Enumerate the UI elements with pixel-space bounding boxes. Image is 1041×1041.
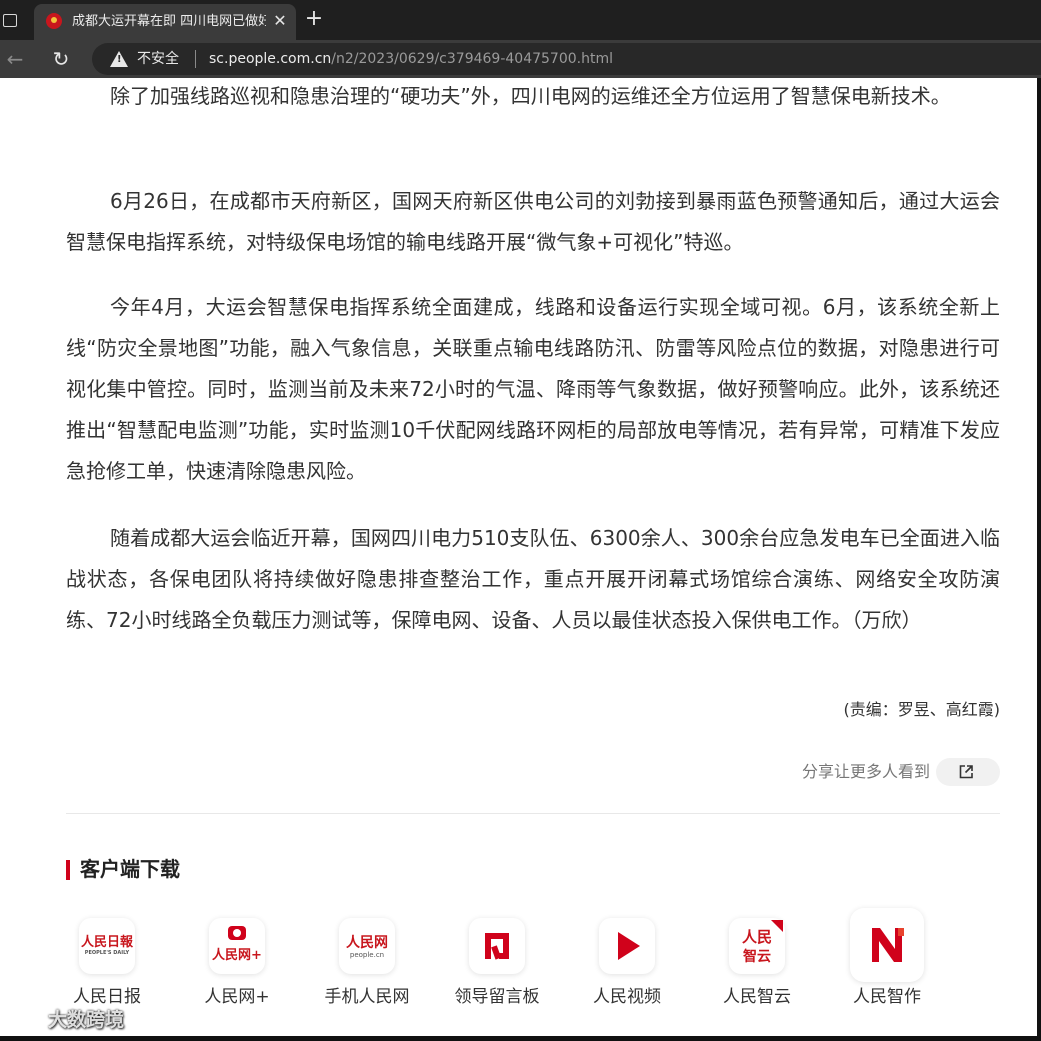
editor-credit: (责编：罗昱、高红霞): [843, 700, 1001, 719]
people-smart-create-icon: [850, 908, 924, 982]
tab-title: 成都大运开幕在即 四川电网已做好: [72, 14, 266, 29]
downloads-title: 客户端下载: [80, 857, 180, 881]
people-net-plus-badge: [228, 926, 246, 940]
browser-tab-bar: 成都大运开幕在即 四川电网已做好 ✕ +: [0, 0, 1041, 40]
app-label: 人民智云: [723, 987, 791, 1007]
article-paragraph: 除了加强线路巡视和隐患治理的“硬功夫”外，四川电网的运维还全方位运用了智慧保电新…: [110, 84, 951, 108]
app-label: 人民视频: [593, 987, 661, 1007]
app-item-people-smart-create[interactable]: 人民智作: [832, 908, 942, 1018]
security-label[interactable]: 不安全: [137, 49, 179, 69]
app-item-people-smart-cloud[interactable]: 人民 智云 人民智云: [702, 908, 812, 1018]
share-icon: [959, 765, 973, 779]
app-item-people-net-plus[interactable]: 人民网+ 人民网+: [182, 908, 292, 1018]
app-item-mobile-people-net[interactable]: 人民网 people.cn 手机人民网: [312, 908, 422, 1018]
people-net-plus-icon: 人民网+: [209, 918, 265, 974]
warning-icon[interactable]: !: [110, 51, 128, 67]
people-daily-logo-text: 人民日報: [80, 935, 133, 950]
watermark: 大数跨境: [8, 1005, 124, 1035]
smart-create-logo: [872, 928, 904, 962]
window-edge: [1037, 78, 1041, 1041]
share-button[interactable]: [936, 758, 1000, 786]
leader-message-board-icon: [469, 918, 525, 974]
play-icon: [618, 932, 640, 960]
app-item-people-video[interactable]: 人民视频: [572, 908, 682, 1018]
section-accent-bar: [66, 860, 70, 880]
back-arrow-icon[interactable]: ←: [4, 48, 26, 70]
reload-icon[interactable]: ↻: [50, 48, 72, 70]
new-tab-button[interactable]: +: [302, 7, 326, 31]
url-host: sc.people.com.cn: [209, 51, 332, 67]
message-board-logo: [485, 933, 509, 960]
app-label: 人民网+: [204, 987, 270, 1007]
address-bar[interactable]: ! 不安全 sc.people.com.cn/n2/2023/0629/c379…: [92, 43, 1041, 75]
browser-tab-active[interactable]: 成都大运开幕在即 四川电网已做好 ✕: [34, 4, 296, 40]
smart-cloud-logo-sub: 智云: [743, 949, 771, 965]
article-paragraph: 今年4月，大运会智慧保电指挥系统全面建成，线路和设备运行实现全域可视。6月，该系…: [66, 295, 1000, 483]
people-smart-cloud-icon: 人民 智云: [729, 918, 785, 974]
app-item-people-daily[interactable]: 人民日報 PEOPLE'S DAILY 人民日报: [52, 908, 162, 1018]
app-download-list: 人民日報 PEOPLE'S DAILY 人民日报 人民网+ 人民网+ 人民网 p…: [66, 908, 1000, 1018]
url-path: /n2/2023/0629/c379469-40475700.html: [331, 51, 613, 67]
tab-close-icon[interactable]: ✕: [270, 11, 290, 31]
watermark-text: 大数跨境: [48, 1009, 125, 1031]
app-label: 领导留言板: [454, 987, 540, 1007]
watermark-logo-icon: [8, 1009, 45, 1032]
favicon-icon: [46, 13, 62, 29]
smart-cloud-logo-text: 人民: [741, 928, 772, 946]
mobile-people-net-logo-sub: people.cn: [349, 951, 385, 959]
url-text[interactable]: sc.people.com.cn/n2/2023/0629/c379469-40…: [209, 49, 613, 69]
window-menu-icon[interactable]: [0, 10, 20, 30]
app-item-leader-message-board[interactable]: 领导留言板: [442, 908, 552, 1018]
app-label: 手机人民网: [324, 987, 410, 1007]
people-daily-icon: 人民日報 PEOPLE'S DAILY: [79, 918, 135, 974]
window-bottom-edge: [0, 1036, 1041, 1041]
mobile-people-net-icon: 人民网 people.cn: [339, 918, 395, 974]
mobile-people-net-logo-text: 人民网: [346, 935, 388, 951]
people-video-icon: [599, 918, 655, 974]
article-paragraph: 随着成都大运会临近开幕，国网四川电力510支队伍、6300余人、300余台应急发…: [66, 526, 1000, 632]
section-divider: [66, 813, 1000, 814]
address-separator: [195, 50, 196, 68]
article-paragraph: 6月26日，在成都市天府新区，国网天府新区供电公司的刘勃接到暴雨蓝色预警通知后，…: [66, 189, 1000, 254]
browser-toolbar: ← ↻ ! 不安全 sc.people.com.cn/n2/2023/0629/…: [0, 40, 1041, 78]
app-label: 人民智作: [853, 987, 921, 1007]
people-net-plus-logo-text: 人民网+: [212, 948, 262, 963]
share-prompt: 分享让更多人看到: [801, 762, 930, 781]
people-daily-logo-sub: PEOPLE'S DAILY: [84, 950, 130, 956]
